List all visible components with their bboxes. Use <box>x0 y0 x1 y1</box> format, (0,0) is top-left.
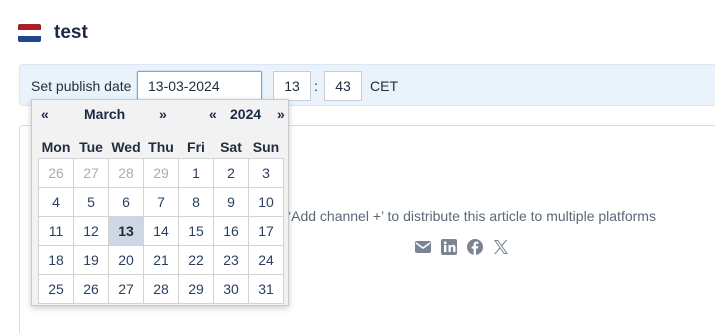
calendar-grid: Mon Tue Wed Thu Fri Sat Sun 26 27 28 29 1 2 3 4… <box>38 136 284 304</box>
weekday-sun: Sun <box>252 138 280 155</box>
calendar-day[interactable]: 26 <box>38 157 74 188</box>
calendar-day[interactable]: 2 <box>213 157 249 188</box>
calendar-day[interactable]: 17 <box>248 215 284 246</box>
calendar-day[interactable]: 27 <box>73 157 109 188</box>
calendar-day[interactable]: 15 <box>178 215 214 246</box>
calendar-day[interactable]: 21 <box>143 244 179 275</box>
calendar-day[interactable]: 20 <box>108 244 144 275</box>
calendar-days: 26 27 28 29 1 2 3 4 5 6 7 8 9 10 11 12 13 14 15 16 17 18 19 20 2… <box>38 157 284 304</box>
share-icons <box>414 238 510 256</box>
calendar-day[interactable]: 3 <box>248 157 284 188</box>
calendar-day[interactable]: 18 <box>38 244 74 275</box>
calendar-day[interactable]: 28 <box>108 157 144 188</box>
calendar-day[interactable]: 1 <box>178 157 214 188</box>
x-icon[interactable] <box>492 238 510 256</box>
calendar-day[interactable]: 8 <box>178 186 214 217</box>
calendar-day[interactable]: 31 <box>248 273 284 304</box>
next-month-button[interactable]: » <box>159 106 167 122</box>
weekday-mon: Mon <box>41 138 71 155</box>
calendar-day[interactable]: 5 <box>73 186 109 217</box>
calendar-day[interactable]: 30 <box>213 273 249 304</box>
publish-date-input[interactable] <box>137 71 262 101</box>
prev-month-button[interactable]: « <box>41 106 49 122</box>
calendar-week-row: 4 5 6 7 8 9 10 <box>38 186 284 217</box>
add-channel-hint: ‘Add channel +’ to distribute this artic… <box>288 208 656 224</box>
month-label: March <box>84 106 126 122</box>
calendar-day[interactable]: 22 <box>178 244 214 275</box>
calendar-day[interactable]: 12 <box>73 215 109 246</box>
calendar-day[interactable]: 24 <box>248 244 284 275</box>
weekday-wed: Wed <box>111 138 141 155</box>
calendar-day[interactable]: 11 <box>38 215 74 246</box>
calendar-week-row: 18 19 20 21 22 23 24 <box>38 244 284 275</box>
calendar-day[interactable]: 29 <box>143 157 179 188</box>
weekday-thu: Thu <box>148 138 174 155</box>
calendar-day[interactable]: 10 <box>248 186 284 217</box>
calendar-day[interactable]: 4 <box>38 186 74 217</box>
time-separator: : <box>314 78 318 94</box>
prev-year-button[interactable]: « <box>209 106 217 122</box>
publish-hour-input[interactable] <box>273 71 311 101</box>
calendar-day[interactable]: 29 <box>178 273 214 304</box>
date-picker-popup: « March » « 2024 » Mon Tue Wed Thu Fri S… <box>31 99 289 306</box>
calendar-day[interactable]: 7 <box>143 186 179 217</box>
article-header: test <box>18 22 88 44</box>
calendar-day[interactable]: 16 <box>213 215 249 246</box>
calendar-week-row: 26 27 28 29 1 2 3 <box>38 157 284 188</box>
weekday-fri: Fri <box>187 138 205 155</box>
publish-date-label: Set publish date <box>31 78 132 94</box>
calendar-day[interactable]: 19 <box>73 244 109 275</box>
weekday-row: Mon Tue Wed Thu Fri Sat Sun <box>39 136 284 158</box>
weekday-sat: Sat <box>220 138 242 155</box>
calendar-day[interactable]: 14 <box>143 215 179 246</box>
calendar-day[interactable]: 9 <box>213 186 249 217</box>
next-year-button[interactable]: » <box>277 106 285 122</box>
calendar-day[interactable]: 6 <box>108 186 144 217</box>
year-label: 2024 <box>230 106 262 122</box>
weekday-tue: Tue <box>79 138 103 155</box>
calendar-day[interactable]: 28 <box>143 273 179 304</box>
calendar-day-selected[interactable]: 13 <box>108 215 144 246</box>
calendar-day[interactable]: 23 <box>213 244 249 275</box>
flag-stripe-blue <box>18 36 41 42</box>
calendar-day[interactable]: 25 <box>38 273 74 304</box>
calendar-day[interactable]: 26 <box>73 273 109 304</box>
article-title: test <box>54 22 88 43</box>
calendar-day[interactable]: 27 <box>108 273 144 304</box>
timezone-label: CET <box>370 78 398 94</box>
mail-icon[interactable] <box>414 238 432 256</box>
facebook-icon[interactable] <box>466 238 484 256</box>
linkedin-icon[interactable] <box>440 238 458 256</box>
calendar-week-row: 25 26 27 28 29 30 31 <box>38 273 284 304</box>
publish-minute-input[interactable] <box>324 71 362 101</box>
netherlands-flag-icon <box>18 24 41 42</box>
calendar-week-row: 11 12 13 14 15 16 17 <box>38 215 284 246</box>
